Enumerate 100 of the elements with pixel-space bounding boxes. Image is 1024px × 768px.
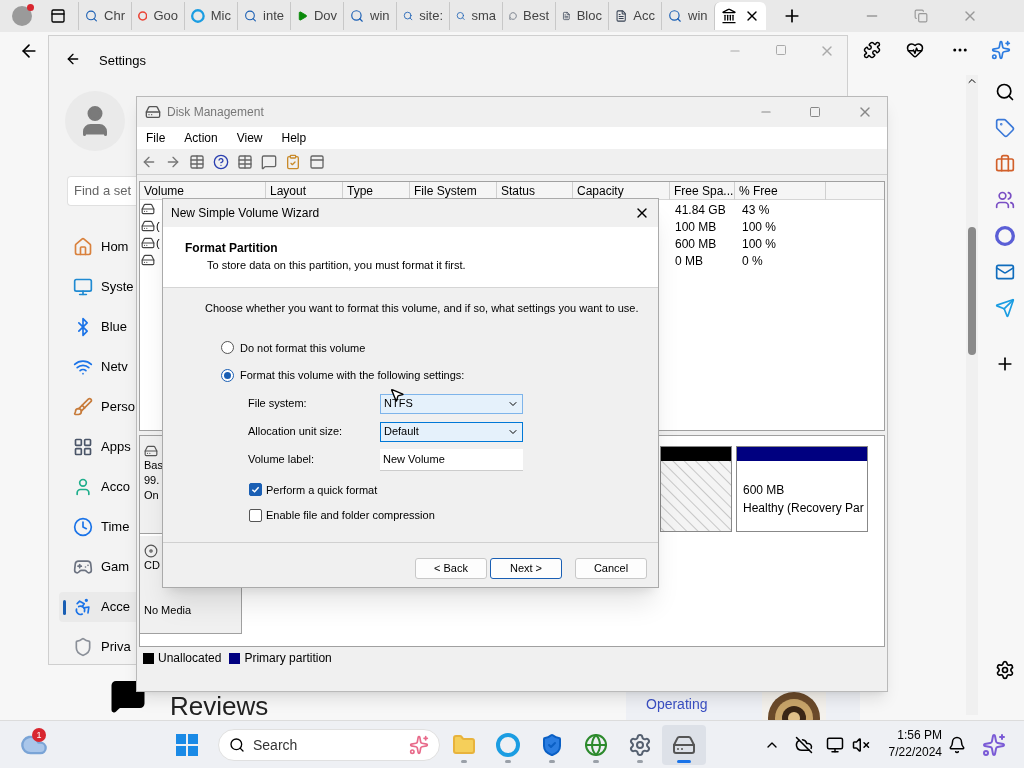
table-icon[interactable] (189, 153, 205, 170)
input-field[interactable]: New Volume (380, 448, 523, 471)
browser-tab[interactable]: inte (237, 2, 290, 30)
menu-item[interactable]: Help (281, 129, 307, 147)
help-icon[interactable] (213, 153, 229, 170)
cloud-off-icon[interactable] (795, 736, 813, 754)
nav-item[interactable]: Priva (59, 632, 136, 662)
browser-tab[interactable]: Dov (290, 2, 343, 30)
heart-pulse-icon[interactable] (906, 41, 924, 59)
nav-item[interactable]: Gam (59, 552, 136, 582)
nav-item[interactable]: Acco (59, 472, 136, 502)
nav-item[interactable]: Netv (59, 352, 136, 382)
bell-icon[interactable] (948, 736, 966, 754)
tab-title: Acc (633, 7, 655, 26)
nav-item[interactable]: Hom (59, 232, 136, 262)
weather-widget[interactable]: 1 (20, 731, 48, 759)
instruction-text: Choose whether you want to format this volume, and if so, what settings you want to use. (205, 301, 640, 316)
nav-item[interactable]: Syste (59, 272, 136, 302)
browser-tab[interactable]: Best (502, 2, 555, 30)
browser-tab[interactable] (714, 2, 766, 30)
drive-icon (145, 104, 161, 120)
extensions-icon[interactable] (863, 41, 881, 59)
circle-logo-icon[interactable] (995, 226, 1015, 246)
scrollbar-thumb[interactable] (968, 227, 976, 355)
table-cell-text: 600 MB (675, 236, 717, 253)
clock[interactable]: 1:56 PM 7/22/2024 (880, 727, 942, 761)
checkbox[interactable] (249, 483, 262, 497)
sparkle-logo-icon[interactable] (991, 40, 1011, 60)
tab-actions-icon[interactable] (50, 8, 66, 24)
radio-button[interactable] (221, 341, 234, 355)
browser-tab[interactable]: Mic (184, 2, 237, 30)
menu-item[interactable]: File (146, 129, 166, 147)
legend-label: Unallocated (158, 650, 222, 667)
dialog-button[interactable]: Cancel (575, 558, 647, 579)
dropdown[interactable]: NTFS (380, 393, 523, 414)
nav-label: Syste (101, 278, 134, 297)
tab-title: Bloc (576, 7, 602, 26)
checkbox[interactable] (249, 508, 262, 522)
nav-item[interactable]: Perso (59, 392, 136, 422)
nav-item[interactable]: Apps (59, 432, 136, 462)
sparkle-logo-icon[interactable] (982, 733, 1006, 757)
tab-title: Mic (210, 7, 231, 26)
table-cell-text: 43 % (742, 202, 770, 219)
clock-time: 1:56 PM (897, 727, 942, 744)
tag-icon[interactable] (995, 118, 1015, 138)
back-icon[interactable] (65, 51, 81, 67)
search-icon (403, 9, 414, 23)
browser-tab[interactable]: site: (396, 2, 449, 30)
maximize-icon[interactable] (809, 106, 821, 118)
briefcase-icon[interactable] (995, 154, 1015, 174)
table-cell-text: 100 % (742, 219, 777, 236)
nav-label: Acco (101, 478, 130, 497)
house-icon (73, 237, 93, 257)
dialog-button[interactable]: Next > (490, 558, 562, 579)
monitor-icon[interactable] (826, 736, 844, 754)
browser-tab[interactable]: Goo (131, 2, 184, 30)
nav-item[interactable]: Blue (59, 312, 136, 342)
category-link[interactable]: Operating (646, 694, 708, 715)
dialog-button[interactable]: < Back (415, 558, 487, 579)
primary-partition[interactable]: 600 MB Healthy (Recovery Par (736, 446, 868, 532)
profile-avatar[interactable] (12, 6, 32, 26)
tab-title: sma (471, 7, 496, 26)
speaker-muted-icon[interactable] (852, 736, 870, 754)
tab-title: win (688, 7, 708, 26)
window-title: Disk Management (167, 104, 264, 121)
column-header[interactable]: Free Spa... (670, 182, 735, 200)
start-logo-icon[interactable] (176, 734, 198, 756)
unallocated-partition[interactable] (660, 446, 732, 532)
nav-item[interactable]: Acce (59, 592, 136, 622)
radio-label: Do not format this volume (240, 340, 366, 356)
speech-bubble-icon[interactable] (261, 153, 277, 170)
clipboard-check-icon[interactable] (285, 153, 301, 170)
wifi-icon (73, 357, 93, 377)
browser-tab[interactable]: Bloc (555, 2, 608, 30)
panel-icon[interactable] (309, 153, 325, 170)
mail-icon[interactable] (995, 262, 1015, 282)
search-icon (350, 9, 364, 23)
browser-tab[interactable]: sma (449, 2, 502, 30)
column-header[interactable]: % Free (735, 182, 826, 200)
table-cell-text: ( (156, 236, 160, 251)
menu-item[interactable]: Action (184, 129, 218, 147)
send-icon[interactable] (995, 298, 1015, 318)
settings-icon[interactable] (995, 660, 1015, 680)
menu-item[interactable]: View (236, 129, 263, 147)
table-icon[interactable] (237, 153, 253, 170)
people-icon[interactable] (995, 190, 1015, 210)
browser-tab[interactable]: win (343, 2, 396, 30)
taskbar-app[interactable] (662, 725, 706, 765)
tab-title: site: (419, 7, 443, 26)
search-field[interactable]: Search (218, 729, 440, 761)
disk-info-text: 99. (144, 473, 161, 488)
radio-button[interactable] (221, 368, 234, 382)
shield-icon (73, 637, 93, 657)
browser-tab[interactable]: Chr (78, 2, 131, 30)
nav-item[interactable]: Time (59, 512, 136, 542)
browser-tab[interactable]: Acc (608, 2, 661, 30)
search-icon (244, 9, 258, 23)
dropdown[interactable]: Default (380, 421, 523, 442)
search-icon[interactable] (995, 82, 1015, 102)
search-field[interactable]: Find a set (67, 176, 136, 206)
